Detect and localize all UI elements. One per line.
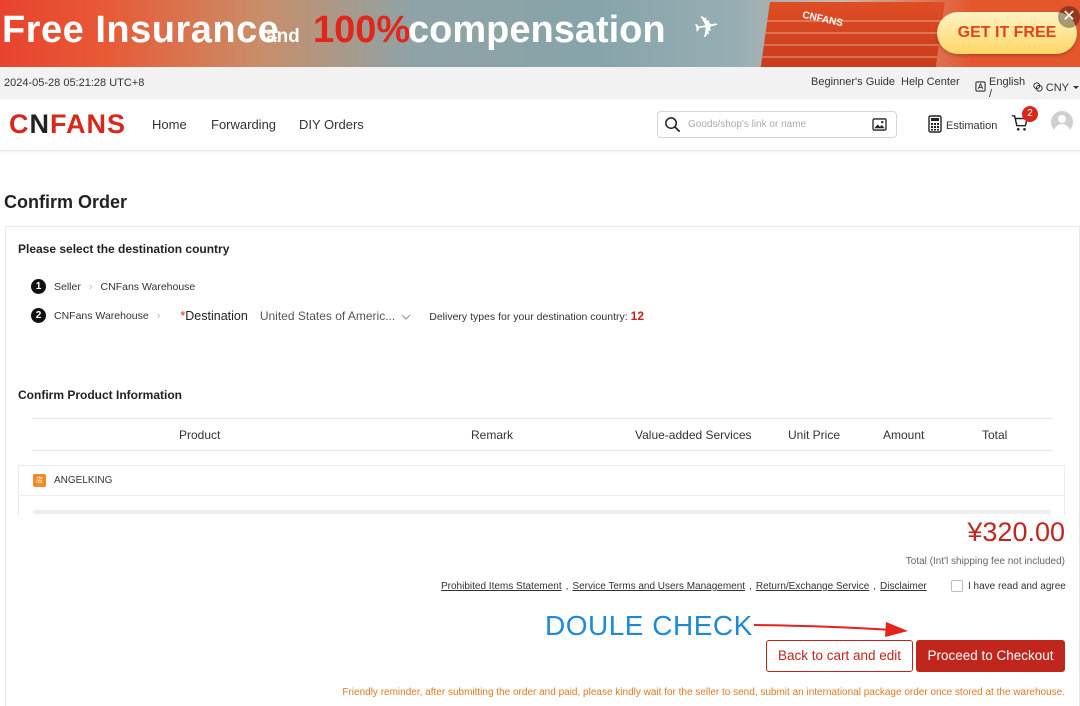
shop-name[interactable]: ANGELKING [54, 475, 112, 486]
nav-home[interactable]: Home [152, 117, 187, 132]
globe-icon [975, 81, 986, 95]
language-currency-selector[interactable]: English / CNY [975, 76, 1080, 100]
destination-value: United States of Americ... [259, 308, 396, 323]
currency-icon [1033, 81, 1043, 95]
friendly-reminder: Friendly reminder, after submitting the … [342, 687, 1065, 698]
route-step-1: 1 Seller › CNFans Warehouse [31, 279, 195, 294]
delivery-count: 12 [630, 308, 645, 323]
user-avatar-icon[interactable] [1051, 111, 1073, 133]
shop-icon: 店 [33, 474, 46, 487]
cnfans-logo[interactable]: CNFANS [9, 109, 126, 140]
policy-links: Prohibited Items Statement, Service Term… [441, 581, 927, 592]
banner-free-insurance: Free Insurance [2, 9, 280, 51]
cart-count-badge: 2 [1022, 106, 1038, 122]
chevron-right-icon: › [156, 309, 161, 322]
column-header: Remark [471, 428, 514, 442]
column-header: Total [982, 428, 1008, 442]
disclaimer-link[interactable]: Disclaimer [880, 581, 927, 592]
order-total: ¥320.00 [967, 517, 1065, 547]
search-box[interactable] [657, 111, 897, 138]
calculator-icon [928, 115, 942, 136]
close-icon[interactable]: ✕ [1058, 6, 1080, 28]
search-input[interactable] [688, 112, 863, 137]
main-header: CNFANS Home Forwarding DIY Orders Estima… [0, 99, 1080, 151]
proceed-to-checkout-button[interactable]: Proceed to Checkout [916, 640, 1065, 672]
step-number: 1 [31, 279, 46, 294]
step-from: CNFans Warehouse [54, 309, 149, 322]
delivery-text: Delivery types for your destination coun… [429, 310, 628, 323]
step-from: Seller [54, 280, 81, 293]
banner-and: and [266, 26, 300, 47]
chevron-right-icon: › [88, 280, 93, 293]
language-label: English / [989, 76, 1026, 100]
logo-rest: FANS [50, 109, 127, 139]
step-number: 2 [31, 308, 46, 323]
route-step-2: 2 CNFans Warehouse › *Destination United… [31, 308, 644, 323]
agree-terms[interactable]: I have read and agree [951, 580, 1066, 592]
warehouse-graphic [760, 2, 945, 67]
banner-percent: 100% [313, 9, 411, 51]
currency-label: CNY [1045, 82, 1069, 94]
destination-label: *Destination [180, 309, 247, 323]
step-to: CNFans Warehouse [100, 280, 196, 293]
column-header: Unit Price [788, 428, 841, 442]
prohibited-items-link[interactable]: Prohibited Items Statement [441, 581, 562, 592]
footer-area [6, 515, 1079, 706]
service-terms-link[interactable]: Service Terms and Users Management [572, 581, 745, 592]
chevron-down-icon [401, 309, 411, 323]
delivery-types: Delivery types for your destination coun… [429, 309, 644, 323]
destination-section-title: Please select the destination country [18, 242, 230, 256]
agree-checkbox[interactable] [951, 580, 963, 592]
beginners-guide-link[interactable]: Beginner's Guide [811, 76, 895, 88]
product-table-header: Product Remark Value-added Services Unit… [32, 418, 1052, 451]
logo-n: N [29, 109, 50, 139]
nav-diy-orders[interactable]: DIY Orders [299, 117, 364, 132]
estimation-button[interactable]: Estimation [928, 115, 997, 136]
column-header: Value-added Services [635, 428, 752, 442]
destination-label-text: Destination [185, 308, 248, 323]
estimation-label: Estimation [946, 119, 998, 132]
shop-group: 店 ANGELKING [18, 465, 1065, 515]
column-header: Amount [883, 428, 925, 442]
column-header: Product [179, 428, 221, 442]
search-icon[interactable] [664, 116, 681, 138]
product-section-title: Confirm Product Information [18, 388, 182, 402]
arrow-icon [753, 622, 908, 637]
destination-select[interactable]: United States of Americ... [260, 309, 411, 323]
image-search-icon[interactable] [872, 118, 887, 136]
total-note: Total (Int'l shipping fee not included) [905, 556, 1065, 567]
return-exchange-link[interactable]: Return/Exchange Service [756, 581, 869, 592]
page-title: Confirm Order [4, 192, 128, 212]
help-center-link[interactable]: Help Center [901, 76, 960, 88]
logo-c: C [9, 109, 30, 139]
shop-row: 店 ANGELKING [19, 466, 1064, 496]
server-time: 2024-05-28 05:21:28 UTC+8 [4, 77, 145, 89]
annotation-text: DOULE CHECK [545, 610, 753, 641]
get-it-free-button[interactable]: GET IT FREE [937, 12, 1077, 54]
agree-label: I have read and agree [968, 580, 1066, 592]
plane-icon: ✈ [691, 9, 722, 46]
banner-compensation: compensation [408, 9, 666, 51]
back-to-cart-button[interactable]: Back to cart and edit [766, 640, 913, 672]
promo-banner[interactable]: Free Insurance and 100% compensation ✈ C… [0, 0, 1080, 67]
top-info-bar: 2024-05-28 05:21:28 UTC+8 Beginner's Gui… [0, 67, 1080, 100]
nav-forwarding[interactable]: Forwarding [211, 117, 276, 132]
product-row-placeholder [33, 510, 1051, 514]
chevron-down-icon [1072, 82, 1080, 94]
